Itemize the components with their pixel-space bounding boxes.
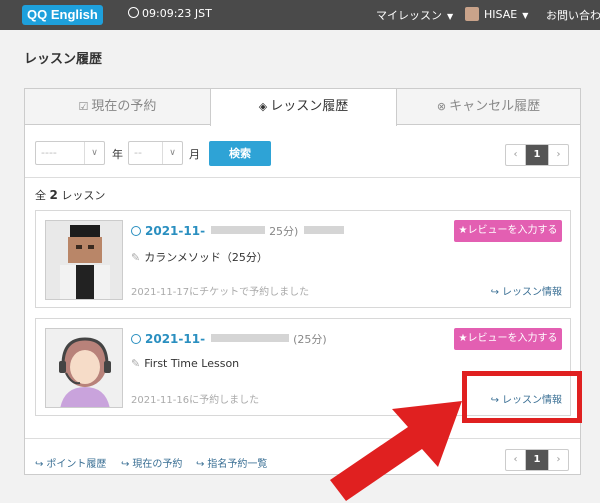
tab-label: キャンセル履歴	[449, 99, 541, 114]
tab-label: 現在の予約	[91, 99, 157, 114]
cancel-icon: ⊗	[436, 100, 447, 113]
nav-my-lessons-label: マイレッスン	[376, 9, 442, 22]
lesson-booked-note: 2021-11-17にチケットで予約しました	[131, 287, 310, 298]
review-button[interactable]: ★レビューを入力する	[454, 220, 562, 242]
tab-cancel-history[interactable]: ⊗ キャンセル履歴	[397, 89, 580, 125]
page-number-button[interactable]: 1	[526, 145, 548, 165]
count-suffix: レッスン	[61, 189, 106, 202]
pagination-top: ‹ 1 ›	[505, 144, 569, 166]
year-select-value: ----	[41, 146, 57, 159]
divider	[25, 177, 580, 178]
teacher-photo-image	[46, 221, 122, 299]
nav-my-lessons[interactable]: マイレッスン ▼	[376, 7, 453, 23]
lesson-datetime: 2021-11- 25分)	[131, 223, 345, 239]
lesson-datetime-text: 2021-11-	[145, 224, 206, 238]
month-label: 月	[189, 148, 200, 161]
count-prefix: 全	[35, 189, 46, 202]
share-icon: ↪	[121, 459, 130, 470]
share-icon: ↪	[196, 459, 205, 470]
lesson-duration: 25分)	[269, 225, 299, 238]
lesson-course: ✎ First Time Lesson	[131, 357, 239, 370]
tab-current-reservations[interactable]: ☑ 現在の予約	[25, 89, 210, 125]
nav-user[interactable]: HISAE ▼	[465, 7, 528, 21]
nav-user-label: HISAE	[484, 8, 518, 21]
teacher-photo	[45, 220, 123, 300]
next-page-button[interactable]: ›	[548, 450, 568, 470]
layers-icon: ◈	[258, 100, 268, 113]
clock-icon	[131, 334, 141, 344]
month-select-value: --	[134, 146, 142, 159]
search-button[interactable]: 検索	[209, 141, 271, 166]
footer-link-label: ポイント履歴	[46, 459, 107, 470]
redacted-text	[304, 226, 345, 234]
top-bar: QQ English 09:09:23 JST マイレッスン ▼ HISAE ▼ お…	[0, 0, 600, 30]
redacted-text	[211, 226, 266, 234]
divider	[25, 438, 580, 439]
footer-link-label: 現在の予約	[132, 459, 183, 470]
clock-text: 09:09:23 JST	[142, 7, 212, 20]
clock-icon	[131, 226, 141, 236]
footer-link-point-history[interactable]: ↪ ポイント履歴	[35, 455, 106, 470]
year-label: 年	[112, 148, 123, 161]
lesson-booked-note: 2021-11-16に予約しました	[131, 395, 260, 406]
calendar-icon: ☑	[78, 100, 89, 113]
review-button[interactable]: ★レビューを入力する	[454, 328, 562, 350]
page-number-button[interactable]: 1	[526, 450, 548, 470]
lesson-info-link[interactable]: ↪ レッスン情報	[491, 283, 562, 298]
footer-link-label: 指名予約一覧	[207, 459, 268, 470]
chevron-down-icon: ▼	[447, 12, 454, 21]
footer-link-nomination-list[interactable]: ↪ 指名予約一覧	[196, 455, 267, 470]
tab-lesson-history[interactable]: ◈ レッスン履歴	[210, 89, 397, 126]
next-page-button[interactable]: ›	[548, 145, 568, 165]
prev-page-button[interactable]: ‹	[506, 450, 526, 470]
clock-icon	[128, 7, 139, 18]
nav-contact[interactable]: お問い合わせ	[546, 7, 600, 23]
share-icon: ↪	[35, 459, 44, 470]
pencil-icon: ✎	[131, 357, 141, 370]
lesson-card: 2021-11- 25分) ✎ カランメソッド（25分） 2021-11-17にチケ…	[35, 210, 571, 308]
lesson-datetime-text: 2021-11-	[145, 332, 206, 346]
pagination-bottom: ‹ 1 ›	[505, 449, 569, 471]
redacted-text	[211, 334, 290, 342]
user-avatar	[465, 7, 479, 21]
share-icon: ↪	[490, 287, 499, 298]
tab-bar: ☑ 現在の予約 ◈ レッスン履歴 ⊗ キャンセル履歴	[25, 89, 580, 126]
pencil-icon: ✎	[131, 251, 141, 264]
tab-label: レッスン履歴	[270, 99, 349, 114]
chevron-down-icon: ▼	[522, 11, 529, 20]
lesson-count: 全 2 レッスン	[35, 187, 105, 203]
lesson-course-text: First Time Lesson	[144, 357, 240, 370]
server-clock: 09:09:23 JST	[128, 7, 212, 20]
teacher-avatar	[45, 328, 123, 408]
highlight-box	[462, 371, 582, 423]
lesson-info-text: レッスン情報	[502, 287, 562, 298]
chevron-down-icon: ∨	[162, 142, 182, 164]
lesson-course: ✎ カランメソッド（25分）	[131, 249, 268, 265]
lesson-datetime: 2021-11- (25分)	[131, 331, 327, 347]
lesson-course-text: カランメソッド（25分）	[144, 251, 268, 264]
count-number: 2	[49, 188, 58, 202]
prev-page-button[interactable]: ‹	[506, 145, 526, 165]
month-select[interactable]: -- ∨	[128, 141, 183, 165]
year-select[interactable]: ---- ∨	[35, 141, 105, 165]
red-arrow-icon	[330, 401, 462, 501]
support-agent-icon	[46, 329, 122, 407]
footer-link-current-reservations[interactable]: ↪ 現在の予約	[121, 455, 182, 470]
lesson-duration: (25分)	[293, 333, 327, 346]
page-title: レッスン履歴	[24, 52, 103, 67]
chevron-down-icon: ∨	[84, 142, 104, 164]
logo[interactable]: QQ English	[22, 5, 103, 25]
